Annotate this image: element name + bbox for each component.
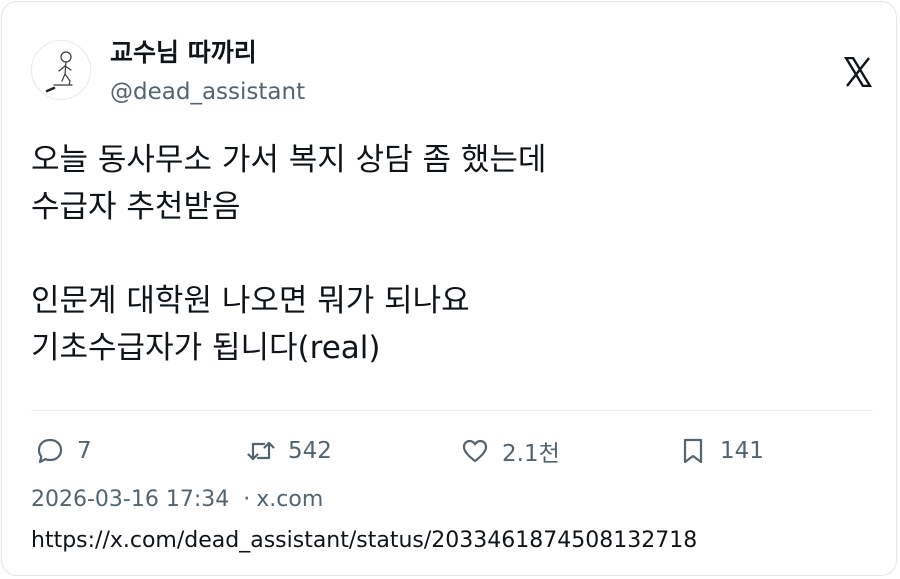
- speech-bubble-icon: [35, 436, 65, 466]
- tweet-line: [31, 231, 871, 278]
- reply-count: 7: [77, 438, 92, 464]
- bookmark-icon: [678, 436, 708, 466]
- divider: [31, 410, 873, 411]
- retweet-count: 542: [288, 438, 332, 464]
- like-count: 2.1천: [502, 441, 560, 467]
- meta-separator: ·: [243, 487, 251, 512]
- timestamp[interactable]: 2026-03-16 17:34: [31, 487, 229, 512]
- reply-button[interactable]: 7: [35, 434, 92, 468]
- retweet-button[interactable]: 542: [246, 434, 332, 468]
- bookmark-button[interactable]: 141: [678, 434, 764, 468]
- tweet-line: 인문계 대학원 나오면 뭐가 되나요: [31, 283, 470, 319]
- tweet-line: 기초수급자가 됩니다(real): [31, 330, 381, 366]
- source-label: x.com: [256, 487, 324, 512]
- like-button[interactable]: 2.1천: [460, 434, 560, 468]
- avatar[interactable]: [31, 40, 91, 100]
- tweet-url[interactable]: https://x.com/dead_assistant/status/2033…: [31, 525, 697, 557]
- avatar-image: [45, 51, 73, 93]
- x-logo-icon[interactable]: [843, 56, 873, 88]
- tweet-card: 교수님 따까리 @dead_assistant 오늘 동사무소 가서 복지 상담…: [1, 1, 897, 576]
- heart-icon: [460, 436, 490, 466]
- tweet-line: 오늘 동사무소 가서 복지 상담 좀 했는데: [31, 142, 547, 178]
- user-handle[interactable]: @dead_assistant: [110, 76, 305, 108]
- tweet-text: 오늘 동사무소 가서 복지 상담 좀 했는데 수급자 추천받음 인문계 대학원 …: [31, 137, 871, 372]
- tweet-meta: 2026-03-16 17:34 · x.com: [31, 484, 323, 516]
- retweet-arrows-icon: [246, 436, 276, 466]
- bookmark-count: 141: [720, 438, 764, 464]
- display-name[interactable]: 교수님 따까리: [110, 36, 257, 70]
- tweet-line: 수급자 추천받음: [31, 189, 241, 225]
